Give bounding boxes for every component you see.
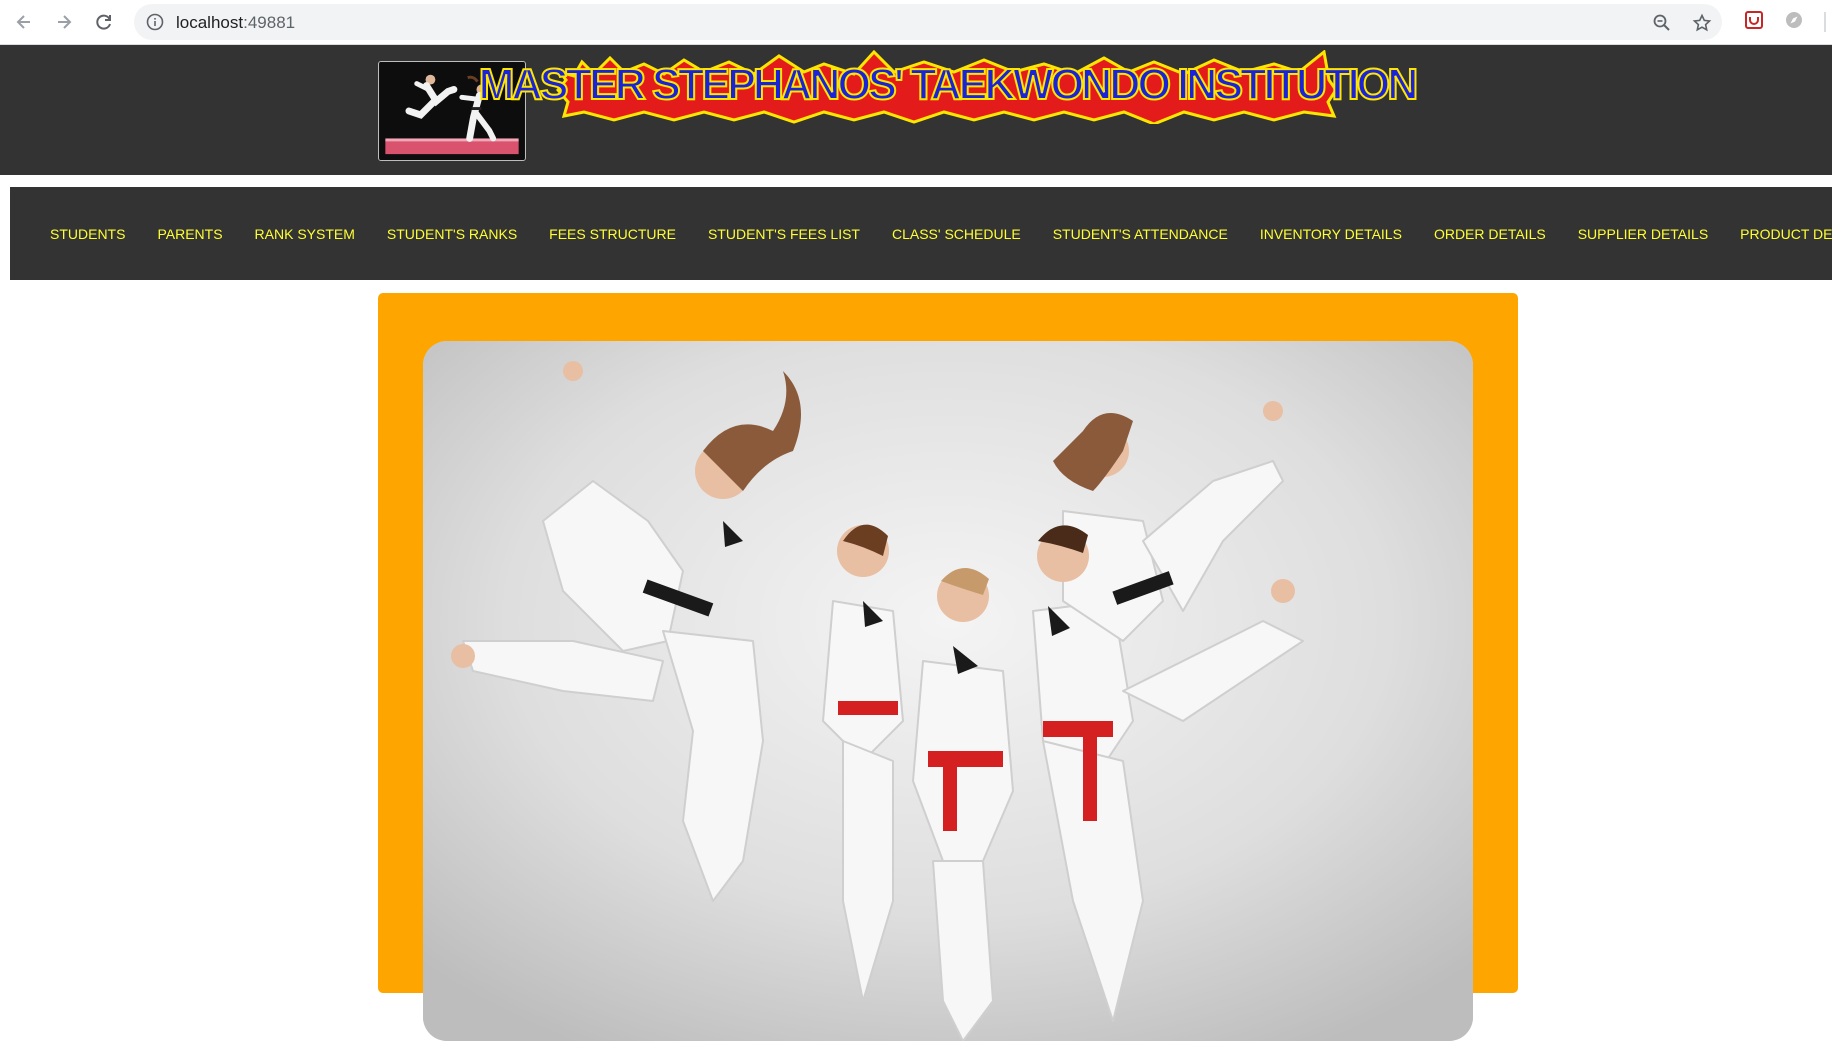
nav-students-fees-list[interactable]: STUDENT'S FEES LIST bbox=[708, 226, 860, 242]
url-text: localhost:49881 bbox=[176, 13, 295, 33]
star-icon[interactable] bbox=[1692, 13, 1712, 33]
taekwondo-students-illustration bbox=[423, 341, 1473, 1041]
url-port: :49881 bbox=[243, 13, 296, 32]
url-host: localhost bbox=[176, 13, 244, 32]
nav-class-schedule[interactable]: CLASS' SCHEDULE bbox=[892, 226, 1021, 242]
nav-students[interactable]: STUDENTS bbox=[50, 226, 125, 242]
forward-icon[interactable] bbox=[50, 8, 78, 36]
site-header: MASTER STEPHANOS' TAEKWONDO INSTITUTION bbox=[0, 45, 1832, 175]
nav-product-details[interactable]: PRODUCT DETAILS bbox=[1740, 226, 1832, 242]
nav-supplier-details[interactable]: SUPPLIER DETAILS bbox=[1578, 226, 1708, 242]
nav-parents[interactable]: PARENTS bbox=[157, 226, 222, 242]
compass-icon[interactable] bbox=[1784, 10, 1804, 30]
address-bar[interactable]: localhost:49881 bbox=[134, 4, 1722, 40]
reload-icon[interactable] bbox=[90, 8, 118, 36]
nav-students-ranks[interactable]: STUDENT'S RANKS bbox=[387, 226, 517, 242]
browser-toolbar: localhost:49881 bbox=[0, 0, 1832, 45]
info-icon[interactable] bbox=[146, 13, 164, 31]
hero-image bbox=[423, 341, 1473, 1041]
nav-inventory-details[interactable]: INVENTORY DETAILS bbox=[1260, 226, 1402, 242]
site-title-text: MASTER STEPHANOS' TAEKWONDO INSTITUTION bbox=[478, 59, 1420, 110]
nav-fees-structure[interactable]: FEES STRUCTURE bbox=[549, 226, 676, 242]
site-title: MASTER STEPHANOS' TAEKWONDO INSTITUTION bbox=[478, 50, 1420, 124]
zoom-icon[interactable] bbox=[1652, 13, 1672, 33]
content-panel bbox=[378, 293, 1518, 1041]
back-icon[interactable] bbox=[10, 8, 38, 36]
nav-order-details[interactable]: ORDER DETAILS bbox=[1434, 226, 1546, 242]
nav-rank-system[interactable]: RANK SYSTEM bbox=[255, 226, 355, 242]
main-nav: STUDENTS PARENTS RANK SYSTEM STUDENT'S R… bbox=[10, 187, 1832, 280]
toolbar-divider bbox=[1824, 12, 1826, 32]
nav-students-attendance[interactable]: STUDENT'S ATTENDANCE bbox=[1053, 226, 1228, 242]
extension-icon[interactable] bbox=[1744, 10, 1764, 30]
